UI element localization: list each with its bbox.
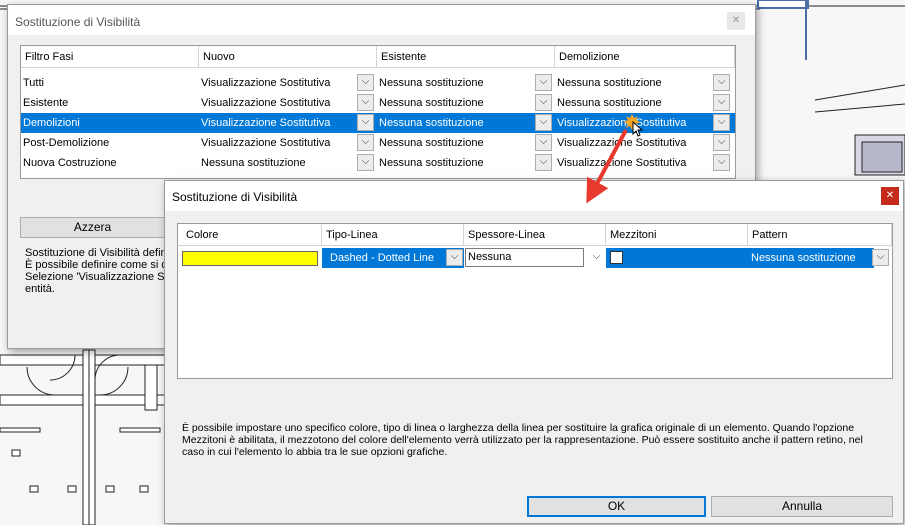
line-weight-select[interactable]: Nessuna (465, 248, 584, 267)
filter-cell[interactable]: Post-Demolizione (21, 133, 199, 153)
dialog-titlebar: Sostituzione di Visibilità ✕ (8, 5, 755, 35)
new-cell[interactable]: Nessuna sostituzione (199, 153, 359, 173)
close-icon[interactable]: ✕ (881, 187, 899, 205)
new-cell[interactable]: Visualizzazione Sostitutiva (199, 73, 359, 93)
description-line: Sostituzione di Visibilità definis (25, 247, 170, 259)
column-header-filtro-fasi: Filtro Fasi (21, 46, 199, 68)
halftone-cell[interactable] (606, 248, 748, 268)
halftone-checkbox[interactable] (610, 251, 623, 264)
chevron-down-icon[interactable]: ⌵ (713, 134, 730, 151)
close-icon[interactable]: ✕ (727, 12, 745, 30)
column-header-mezzitoni: Mezzitoni (606, 224, 748, 246)
chevron-down-icon[interactable]: ⌵ (357, 114, 374, 131)
pattern-value: Nessuna sostituzione (751, 252, 856, 264)
description-line: Selezione 'Visualizzazione Sost (25, 271, 170, 283)
line-type-value: Dashed - Dotted Line (330, 252, 434, 264)
table-row[interactable]: Post-Demolizione Visualizzazione Sostitut… (21, 133, 735, 153)
description-line: caso in cui l'elemento lo abbia tra le s… (182, 446, 448, 458)
new-cell[interactable]: Visualizzazione Sostitutiva (199, 93, 359, 113)
description-line: È possibile definire come si de (25, 259, 170, 271)
visibility-override-dialog-graphics: Sostituzione di Visibilità ✕ Colore Tipo… (164, 180, 904, 524)
chevron-down-icon[interactable]: ⌵ (872, 249, 889, 266)
chevron-down-icon[interactable]: ⌵ (588, 249, 605, 266)
filter-cell[interactable]: Demolizioni (21, 113, 199, 133)
existing-cell[interactable]: Nessuna sostituzione (377, 133, 537, 153)
chevron-down-icon[interactable]: ⌵ (535, 94, 552, 111)
chevron-down-icon[interactable]: ⌵ (535, 134, 552, 151)
chevron-down-icon[interactable]: ⌵ (713, 154, 730, 171)
table-row[interactable]: Tutti Visualizzazione Sostitutiva ⌵ Nessuna… (21, 73, 735, 93)
existing-cell[interactable]: Nessuna sostituzione (377, 93, 537, 113)
ok-button[interactable]: OK (527, 496, 706, 517)
column-header-demolizione: Demolizione (555, 46, 735, 68)
dialog-description: È possibile impostare uno specifico colo… (182, 422, 892, 458)
demolition-cell[interactable]: Nessuna sostituzione (555, 93, 715, 113)
chevron-down-icon[interactable]: ⌵ (713, 114, 730, 131)
table-row[interactable]: Esistente Visualizzazione Sostitutiva ⌵ Nes… (21, 93, 735, 113)
column-header-pattern: Pattern (748, 224, 892, 246)
description-line: entità. (25, 283, 55, 295)
column-header-colore: Colore (178, 224, 322, 246)
chevron-down-icon[interactable]: ⌵ (357, 154, 374, 171)
filter-cell[interactable]: Nuova Costruzione (21, 153, 199, 173)
dialog-titlebar: Sostituzione di Visibilità ✕ (165, 181, 903, 211)
column-header-esistente: Esistente (377, 46, 555, 68)
chevron-down-icon[interactable]: ⌵ (713, 94, 730, 111)
new-cell[interactable]: Visualizzazione Sostitutiva (199, 133, 359, 153)
table-row: Dashed - Dotted Line ⌵ Nessuna ⌵ Nessuna… (178, 248, 892, 268)
line-type-cell[interactable]: Dashed - Dotted Line (322, 248, 464, 268)
chevron-down-icon[interactable]: ⌵ (535, 74, 552, 91)
chevron-down-icon[interactable]: ⌵ (446, 249, 463, 266)
chevron-down-icon[interactable]: ⌵ (535, 154, 552, 171)
dialog-description: Sostituzione di Visibilità definis È pos… (25, 247, 170, 295)
chevron-down-icon[interactable]: ⌵ (357, 134, 374, 151)
phase-filter-table: Filtro Fasi Nuovo Esistente Demolizione … (20, 45, 736, 179)
reset-button[interactable]: Azzera (20, 217, 165, 238)
chevron-down-icon[interactable]: ⌵ (535, 114, 552, 131)
new-cell[interactable]: Visualizzazione Sostitutiva (199, 113, 359, 133)
table-row[interactable]: Nuova Costruzione Nessuna sostituzione ⌵ Ne… (21, 153, 735, 173)
color-cell[interactable] (180, 248, 322, 268)
existing-cell[interactable]: Nessuna sostituzione (377, 153, 537, 173)
column-header-nuovo: Nuovo (199, 46, 377, 68)
line-weight-value: Nessuna (468, 251, 512, 263)
dialog-title: Sostituzione di Visibilità (15, 15, 141, 29)
color-swatch[interactable] (182, 251, 318, 266)
chevron-down-icon[interactable]: ⌵ (357, 74, 374, 91)
demolition-cell[interactable]: Visualizzazione Sostitutiva (555, 153, 715, 173)
dialog-title: Sostituzione di Visibilità (172, 190, 298, 204)
filter-cell[interactable]: Tutti (21, 73, 199, 93)
demolition-cell[interactable]: Nessuna sostituzione (555, 73, 715, 93)
chevron-down-icon[interactable]: ⌵ (357, 94, 374, 111)
column-header-spessore-linea: Spessore-Linea (464, 224, 606, 246)
line-weight-cell[interactable]: Nessuna (464, 248, 606, 268)
graphics-override-table: Colore Tipo-Linea Spessore-Linea Mezzito… (177, 223, 893, 379)
demolition-cell[interactable]: Visualizzazione Sostitutiva (555, 133, 715, 153)
cancel-button[interactable]: Annulla (711, 496, 893, 517)
filter-cell[interactable]: Esistente (21, 93, 199, 113)
demolition-cell[interactable]: Visualizzazione Sostitutiva (555, 113, 715, 133)
chevron-down-icon[interactable]: ⌵ (713, 74, 730, 91)
existing-cell[interactable]: Nessuna sostituzione (377, 113, 537, 133)
column-header-tipo-linea: Tipo-Linea (322, 224, 464, 246)
table-row[interactable]: Demolizioni Visualizzazione Sostitutiva ⌵ N… (21, 113, 735, 133)
existing-cell[interactable]: Nessuna sostituzione (377, 73, 537, 93)
description-line: Mezzitoni è abilitata, il mezzotono del … (182, 434, 863, 446)
pattern-cell[interactable]: Nessuna sostituzione (748, 248, 874, 268)
description-line: È possibile impostare uno specifico colo… (182, 422, 855, 434)
